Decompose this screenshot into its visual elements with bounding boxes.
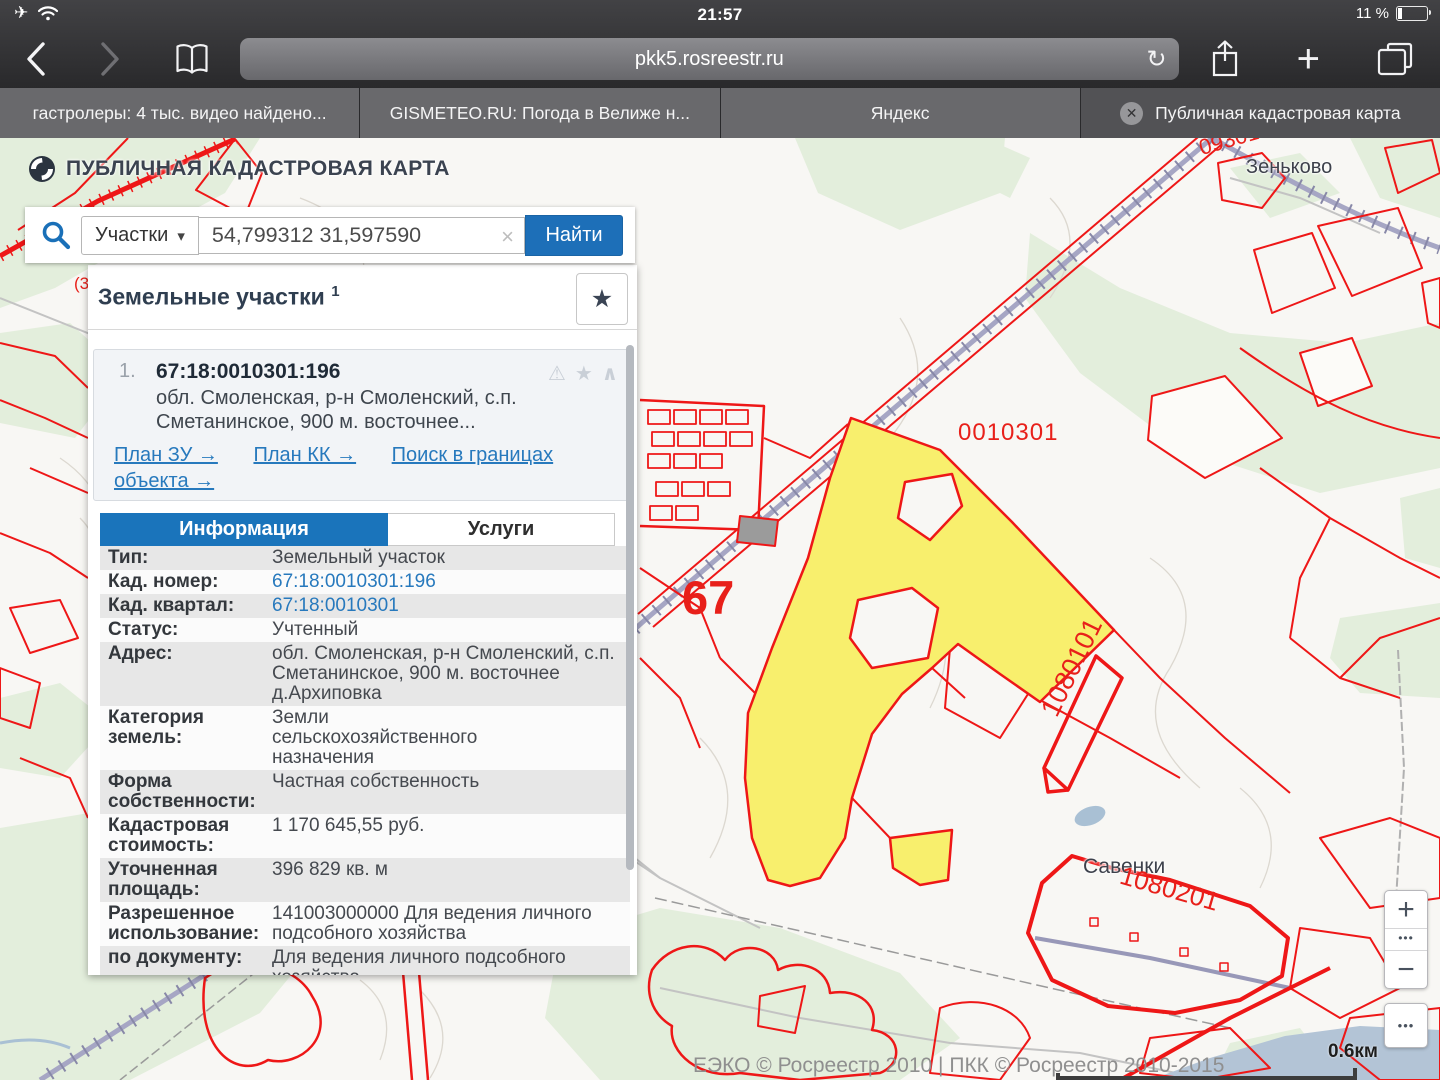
- chevron-down-icon: [177, 224, 185, 247]
- plan-kk-link[interactable]: План КК →: [253, 444, 356, 466]
- map-label-quarter: 0010301: [958, 419, 1058, 447]
- tab-close-icon[interactable]: [1120, 102, 1143, 125]
- app-title: ПУБЛИЧНАЯ КАДАСТРОВАЯ КАРТА: [66, 157, 450, 181]
- search-category-dropdown[interactable]: Участки: [81, 216, 199, 255]
- parcel-tabs: Информация Услуги: [100, 513, 630, 546]
- tabs-overview-button[interactable]: [1376, 41, 1414, 77]
- result-links: План ЗУ → План КК → Поиск в границах объ…: [104, 442, 620, 494]
- map-label-region-67: 67: [682, 570, 734, 625]
- tab-services[interactable]: Услуги: [388, 513, 615, 546]
- favorite-star-icon[interactable]: [575, 361, 593, 386]
- battery-icon: [1396, 6, 1428, 21]
- table-row: Кадастровая стоимость:1 170 645,55 руб.: [100, 814, 630, 858]
- search-input[interactable]: 54,799312 31,597590: [199, 217, 525, 254]
- results-count: 1: [331, 283, 339, 300]
- result-item-icons: [548, 361, 618, 386]
- table-row: Кад. номер:67:18:0010301:196: [100, 570, 630, 594]
- result-item[interactable]: 1. 67:18:0010301:196 обл. Смоленская, р-…: [93, 349, 631, 501]
- table-row: Форма собственности:Частная собственност…: [100, 770, 630, 814]
- map-label-zenkovo: Зеньково: [1246, 156, 1332, 179]
- warning-icon[interactable]: [548, 361, 566, 386]
- parcel-info-table: Тип:Земельный участок Кад. номер:67:18:0…: [100, 546, 630, 975]
- zoom-in-button[interactable]: +: [1385, 891, 1427, 928]
- table-row: Разрешенное использование:141003000000 Д…: [100, 902, 630, 946]
- map-scale-label: 0.6км: [1328, 1041, 1378, 1063]
- chevron-left-icon: [29, 44, 43, 74]
- result-cadastral-number: 67:18:0010301:196: [156, 360, 341, 384]
- clock: 21:57: [0, 5, 1440, 25]
- forward-button[interactable]: [100, 42, 174, 76]
- zoom-more-button[interactable]: •••: [1385, 928, 1427, 951]
- table-row: Кад. квартал:67:18:0010301: [100, 594, 630, 618]
- back-button[interactable]: [26, 42, 100, 76]
- results-title: Земельные участки 1: [98, 283, 340, 311]
- bookmarks-button[interactable]: [174, 43, 210, 75]
- status-bar: 21:57 11 %: [0, 0, 1440, 30]
- map-scale-bar: [1056, 1068, 1357, 1080]
- share-button[interactable]: [1209, 39, 1241, 79]
- share-icon: [1209, 39, 1241, 79]
- search-query: 54,799312 31,597590: [212, 223, 421, 248]
- tab-gastrolery[interactable]: гастролеры: 4 тыс. видео найдено...: [0, 88, 360, 138]
- zoom-out-button[interactable]: −: [1385, 951, 1427, 988]
- app-header: ПУБЛИЧНАЯ КАДАСТРОВАЯ КАРТА: [28, 155, 450, 183]
- results-panel: Земельные участки 1 1. 67:18:0010301:196…: [88, 265, 637, 975]
- browser-toolbar: pkk5.rosreestr.ru: [0, 30, 1440, 88]
- rosreestr-logo-icon: [28, 155, 56, 183]
- panel-scrollbar[interactable]: [626, 345, 634, 870]
- cadastral-quarter-link[interactable]: 67:18:0010301: [270, 594, 630, 618]
- star-icon: [591, 284, 613, 314]
- clear-search-icon[interactable]: [501, 224, 514, 250]
- tabs-icon: [1376, 41, 1414, 77]
- chevron-right-icon: [103, 44, 117, 74]
- result-index: 1.: [119, 360, 156, 384]
- table-row: Уточненная площадь:396 829 кв. м: [100, 858, 630, 902]
- favorites-button[interactable]: [576, 273, 628, 325]
- tab-gismeteo[interactable]: GISMETEO.RU: Погода в Велиже н...: [360, 88, 720, 138]
- map-more-button[interactable]: •••: [1384, 1003, 1428, 1048]
- map-label-fragment: (3: [74, 274, 89, 294]
- search-panel: Участки 54,799312 31,597590 Найти: [25, 207, 635, 263]
- browser-chrome: 21:57 11 % pkk5.rosreestr.ru: [0, 0, 1440, 88]
- refresh-icon[interactable]: [1147, 45, 1167, 74]
- result-address: обл. Смоленская, р-н Смоленский, с.п. См…: [104, 386, 620, 434]
- search-category-value: Участки: [95, 224, 168, 247]
- table-row: Статус:Учтенный: [100, 618, 630, 642]
- results-header: Земельные участки 1: [88, 265, 637, 330]
- table-row: Тип:Земельный участок: [100, 546, 630, 570]
- tab-yandex[interactable]: Яндекс: [721, 88, 1081, 138]
- map-zoom-control: + ••• −: [1384, 890, 1428, 989]
- tab-cadastral-map-active[interactable]: Публичная кадастровая карта: [1081, 88, 1440, 138]
- url-text: pkk5.rosreestr.ru: [635, 48, 784, 71]
- table-row: Адрес:обл. Смоленская, р-н Смоленский, с…: [100, 642, 630, 706]
- book-icon: [174, 43, 210, 75]
- collapse-icon[interactable]: [602, 361, 618, 386]
- table-row: Категория земель:Земли сельскохозяйствен…: [100, 706, 630, 770]
- url-field[interactable]: pkk5.rosreestr.ru: [240, 38, 1179, 80]
- table-row: по документу:Для ведения личного подсобн…: [100, 946, 630, 975]
- new-tab-button[interactable]: [1297, 44, 1320, 74]
- battery-percent: 11 %: [1356, 5, 1389, 22]
- plan-zu-link[interactable]: План ЗУ →: [114, 444, 218, 466]
- tab-bar: гастролеры: 4 тыс. видео найдено... GISM…: [0, 88, 1440, 138]
- screen: 21:57 11 % pkk5.rosreestr.ru: [0, 0, 1440, 1080]
- tab-information[interactable]: Информация: [100, 513, 388, 546]
- cadastral-number-link[interactable]: 67:18:0010301:196: [270, 570, 630, 594]
- search-submit-button[interactable]: Найти: [525, 215, 623, 256]
- search-icon: [41, 220, 71, 250]
